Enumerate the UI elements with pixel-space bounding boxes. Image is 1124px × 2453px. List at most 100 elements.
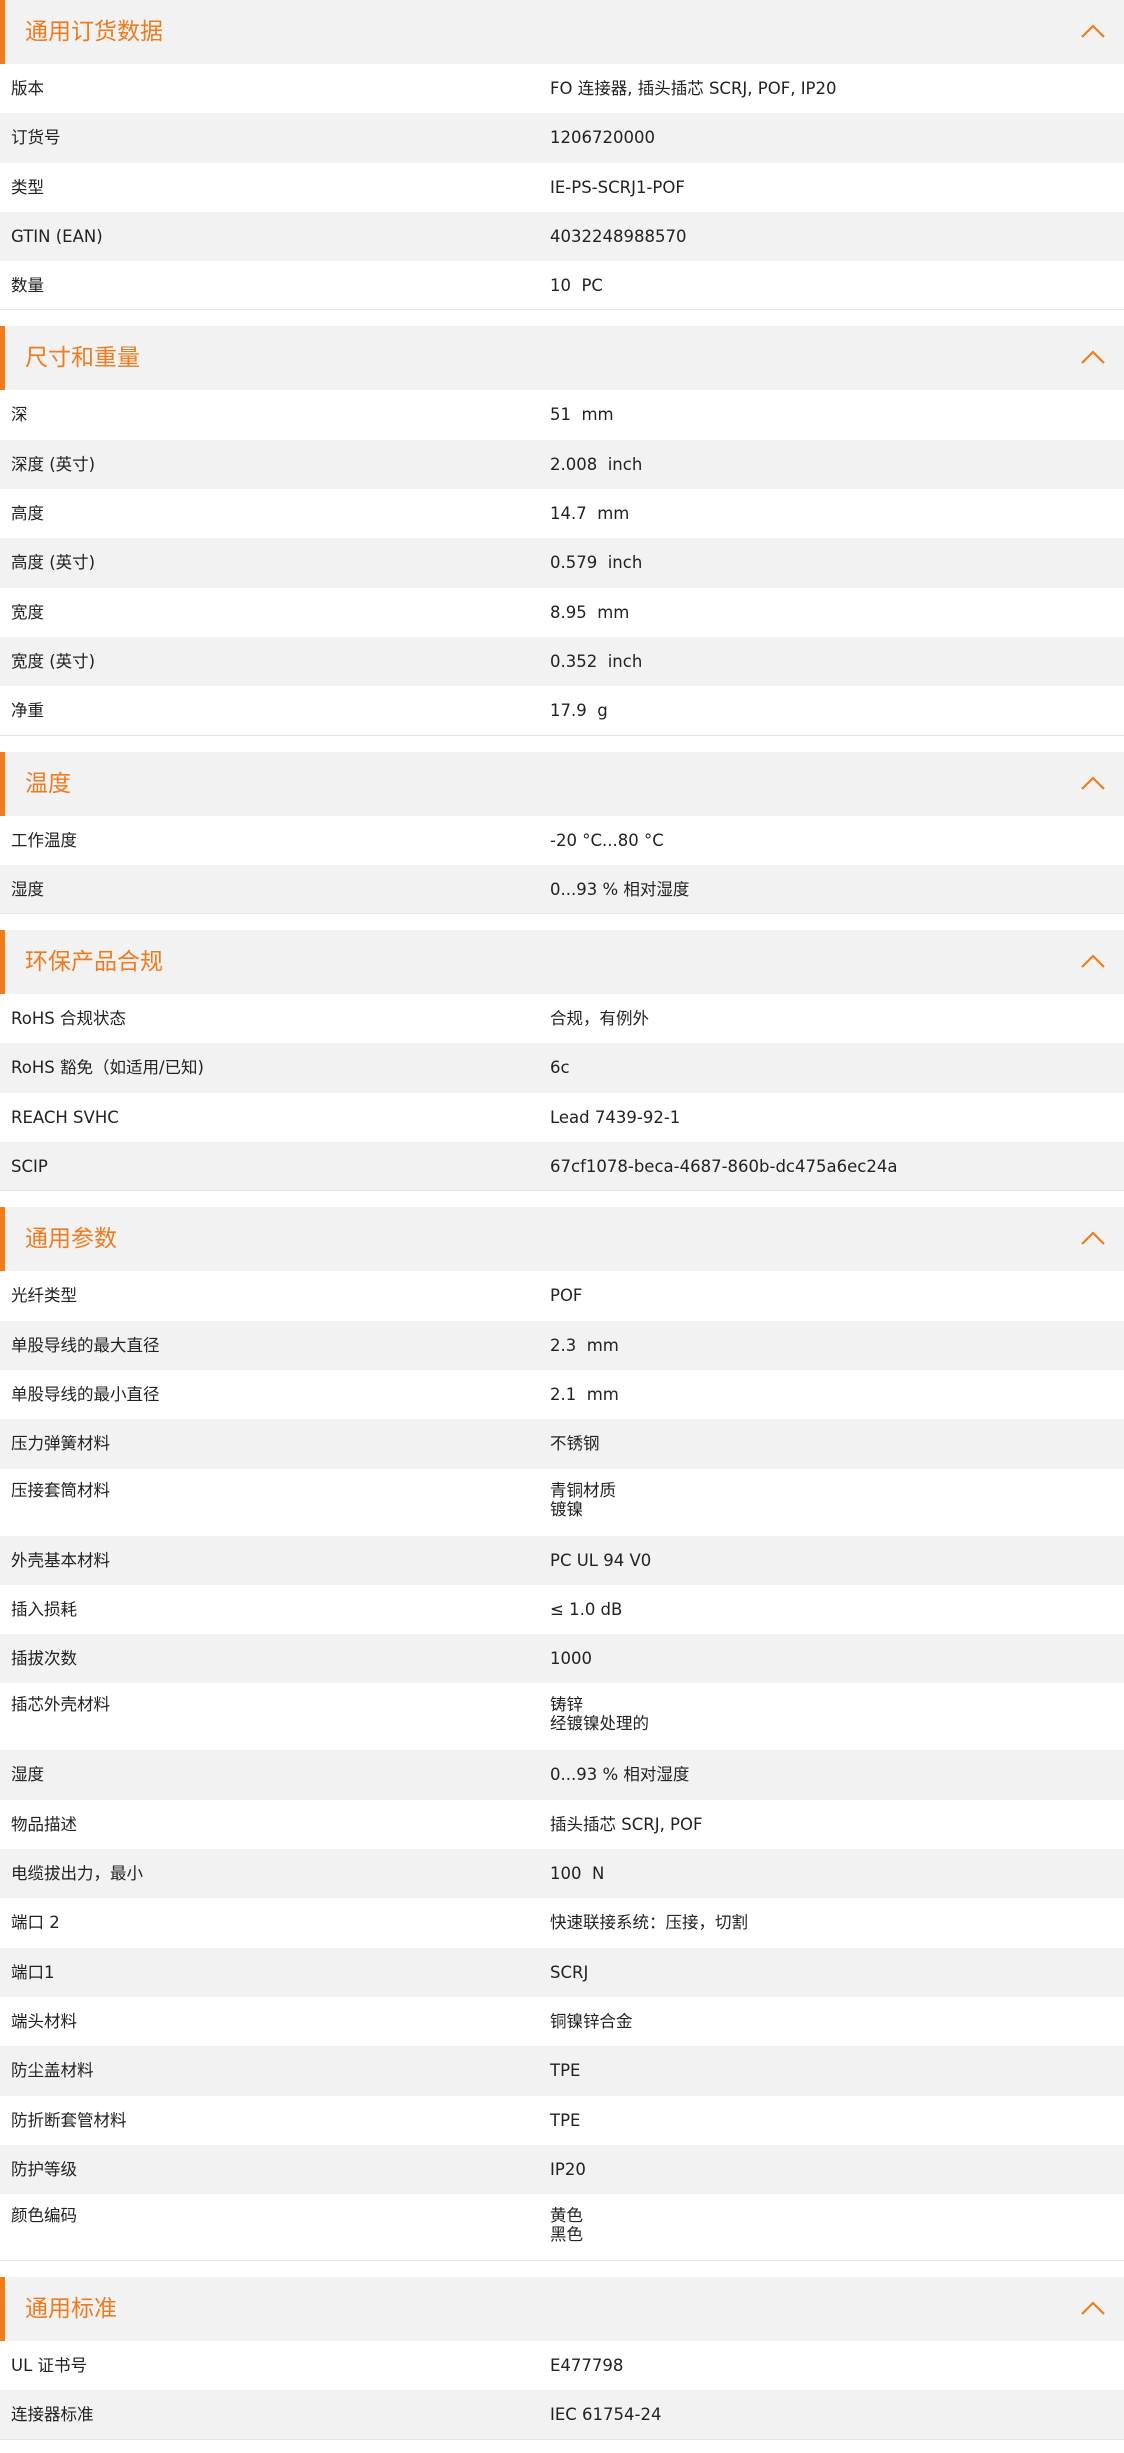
section-header-compliance[interactable]: 环保产品合规 xyxy=(0,930,1124,995)
spec-value: TPE xyxy=(550,2061,581,2081)
spec-label: 深 xyxy=(11,405,28,425)
section-title: 环保产品合规 xyxy=(25,949,163,976)
spec-value: 10 PC xyxy=(550,276,603,296)
spec-label: 单股导线的最大直径 xyxy=(11,1335,160,1355)
spec-label: 防尘盖材料 xyxy=(11,2061,94,2081)
spec-label: 版本 xyxy=(11,79,44,98)
spec-value: 青铜材质 镀镍 xyxy=(550,1480,616,1519)
section-header-general[interactable]: 通用参数 xyxy=(0,1207,1124,1272)
section-header-standards[interactable]: 通用标准 xyxy=(0,2277,1124,2342)
spec-value: TPE xyxy=(550,2110,581,2130)
spec-row: RoHS 豁免（如适用/已知) 6c xyxy=(0,1043,1124,1093)
spec-row: 插入损耗 ≤ 1.0 dB xyxy=(0,1585,1124,1634)
spec-row: GTIN (EAN) 4032248988570 xyxy=(0,211,1124,262)
spec-row: 物品描述 插头插芯 SCRJ, POF xyxy=(0,1800,1124,1849)
spec-row: 压力弹簧材料 不锈钢 xyxy=(0,1419,1124,1469)
spec-label: 数量 xyxy=(11,276,44,296)
chevron-up-icon[interactable] xyxy=(1080,952,1106,970)
spec-row: 颜色编码 黄色 黑色 xyxy=(0,2194,1124,2262)
spec-value: IP20 xyxy=(550,2159,586,2179)
spec-row: 宽度 8.95 mm xyxy=(0,588,1124,637)
section-header-temperature[interactable]: 温度 xyxy=(0,751,1124,816)
chevron-up-icon[interactable] xyxy=(1080,2299,1106,2317)
section-title: 通用订货数据 xyxy=(25,19,163,45)
spec-label: 湿度 xyxy=(11,879,44,899)
spec-value: E477798 xyxy=(550,2356,624,2376)
spec-value: 1000 xyxy=(550,1649,592,1669)
spec-label: 端口1 xyxy=(11,1962,55,1982)
section-dimensions: 尺寸和重量深 51 mm 深度 (英寸) 2.008 inch 高度 14.7 mm 高度 … xyxy=(0,326,1124,736)
spec-row: 高度 (英寸) 0.579 inch xyxy=(0,538,1124,588)
spec-label: 压力弹簧材料 xyxy=(11,1434,110,1454)
spec-value: 0.579 inch xyxy=(550,553,643,573)
spec-label: 防折断套管材料 xyxy=(11,2110,127,2130)
section-temperature: 温度 工作温度 -20 °C...80 °C 湿度 0...93 % 相对湿度 xyxy=(0,751,1124,915)
spec-row: 订货号 1206720000 xyxy=(0,113,1124,163)
spec-label: REACH SVHC xyxy=(11,1107,119,1127)
spec-row: 防护等级 IP20 xyxy=(0,2144,1124,2195)
section-header-dimensions[interactable]: 尺寸和重量 xyxy=(0,326,1124,391)
spec-row: 端头材料 铜镍锌合金 xyxy=(0,1997,1124,2046)
spec-label: UL 证书号 xyxy=(11,2356,88,2376)
spec-label: RoHS 豁免（如适用/已知) xyxy=(11,1058,204,1078)
spec-value: FO 连接器, 插头插芯 SCRJ, POF, IP20 xyxy=(550,79,837,98)
spec-row: 防折断套管材料 TPE xyxy=(0,2096,1124,2145)
spec-value: 17.9 g xyxy=(550,701,608,721)
spec-value: 2.1 mm xyxy=(550,1384,619,1404)
chevron-up-icon[interactable] xyxy=(1080,774,1106,792)
spec-row: 湿度 0...93 % 相对湿度 xyxy=(0,864,1124,915)
spec-row: 插芯外壳材料 铸锌 经镀镍处理的 xyxy=(0,1683,1124,1750)
spec-row: 数量 10 PC xyxy=(0,261,1124,311)
spec-label: 电缆拔出力，最小 xyxy=(11,1864,143,1884)
spec-row: 端口1 SCRJ xyxy=(0,1947,1124,1997)
chevron-up-icon[interactable] xyxy=(1080,1229,1106,1247)
spec-label: 连接器标准 xyxy=(11,2405,94,2425)
spec-value: ≤ 1.0 dB xyxy=(550,1599,623,1619)
spec-row: 端口 2 快速联接系统：压接，切割 xyxy=(0,1898,1124,1947)
section-ordering: 通用订货数据版本 FO 连接器, 插头插芯 SCRJ, POF, IP20 订货号 1… xyxy=(0,0,1124,311)
spec-label: 类型 xyxy=(11,177,44,197)
spec-value: 0...93 % 相对湿度 xyxy=(550,879,690,899)
chevron-up-icon[interactable] xyxy=(1080,348,1106,366)
spec-label: 深度 (英寸) xyxy=(11,454,96,474)
spec-label: 端头材料 xyxy=(11,2011,77,2031)
spec-row: 单股导线的最大直径 2.3 mm xyxy=(0,1320,1124,1370)
spec-row: REACH SVHC Lead 7439-92-1 xyxy=(0,1093,1124,1142)
section-compliance: 环保产品合规 RoHS 合规状态 合规，有例外 RoHS 豁免（如适用/已知) 6c RE… xyxy=(0,930,1124,1192)
spec-row: 深度 (英寸) 2.008 inch xyxy=(0,439,1124,490)
spec-value: 100 N xyxy=(550,1864,605,1884)
spec-row: SCIP 67cf1078-beca-4687-860b-dc475a6ec24a xyxy=(0,1142,1124,1192)
chevron-up-icon[interactable] xyxy=(1080,22,1106,40)
spec-label: RoHS 合规状态 xyxy=(11,1009,126,1029)
section-title: 通用标准 xyxy=(25,2296,117,2323)
section-standards: 通用标准 UL 证书号 E477798 连接器标准 IEC 61754-24 xyxy=(0,2277,1124,2440)
spec-value: 不锈钢 xyxy=(550,1434,600,1454)
spec-value: 铜镍锌合金 xyxy=(550,2011,633,2031)
spec-value: 67cf1078-beca-4687-860b-dc475a6ec24a xyxy=(550,1157,898,1177)
spec-label: 光纤类型 xyxy=(11,1286,77,1306)
spec-value: 51 mm xyxy=(550,405,614,425)
spec-label: 端口 2 xyxy=(11,1913,60,1933)
section-header-ordering[interactable]: 通用订货数据 xyxy=(0,0,1124,64)
spec-row: 单股导线的最小直径 2.1 mm xyxy=(0,1370,1124,1419)
spec-label: 湿度 xyxy=(11,1765,44,1785)
section-title: 温度 xyxy=(25,770,71,797)
spec-row: RoHS 合规状态 合规，有例外 xyxy=(0,994,1124,1043)
spec-label: 外壳基本材料 xyxy=(11,1550,110,1570)
spec-value: 2.008 inch xyxy=(550,454,643,474)
spec-row: 光纤类型 POF xyxy=(0,1271,1124,1320)
spec-value: IE-PS-SCRJ1-POF xyxy=(550,177,685,197)
spec-value: 黄色 黑色 xyxy=(550,2206,583,2245)
spec-value: 6c xyxy=(550,1058,570,1078)
spec-row: 外壳基本材料 PC UL 94 V0 xyxy=(0,1535,1124,1585)
spec-label: SCIP xyxy=(11,1157,48,1177)
spec-value: 4032248988570 xyxy=(550,226,687,246)
spec-value: Lead 7439-92-1 xyxy=(550,1107,681,1127)
spec-row: 连接器标准 IEC 61754-24 xyxy=(0,2390,1124,2440)
spec-row: 净重 17.9 g xyxy=(0,686,1124,736)
spec-row: 防尘盖材料 TPE xyxy=(0,2046,1124,2096)
spec-value: 14.7 mm xyxy=(550,504,630,524)
spec-label: 插拔次数 xyxy=(11,1649,77,1669)
spec-value: 2.3 mm xyxy=(550,1335,619,1355)
spec-label: 高度 (英寸) xyxy=(11,553,96,573)
